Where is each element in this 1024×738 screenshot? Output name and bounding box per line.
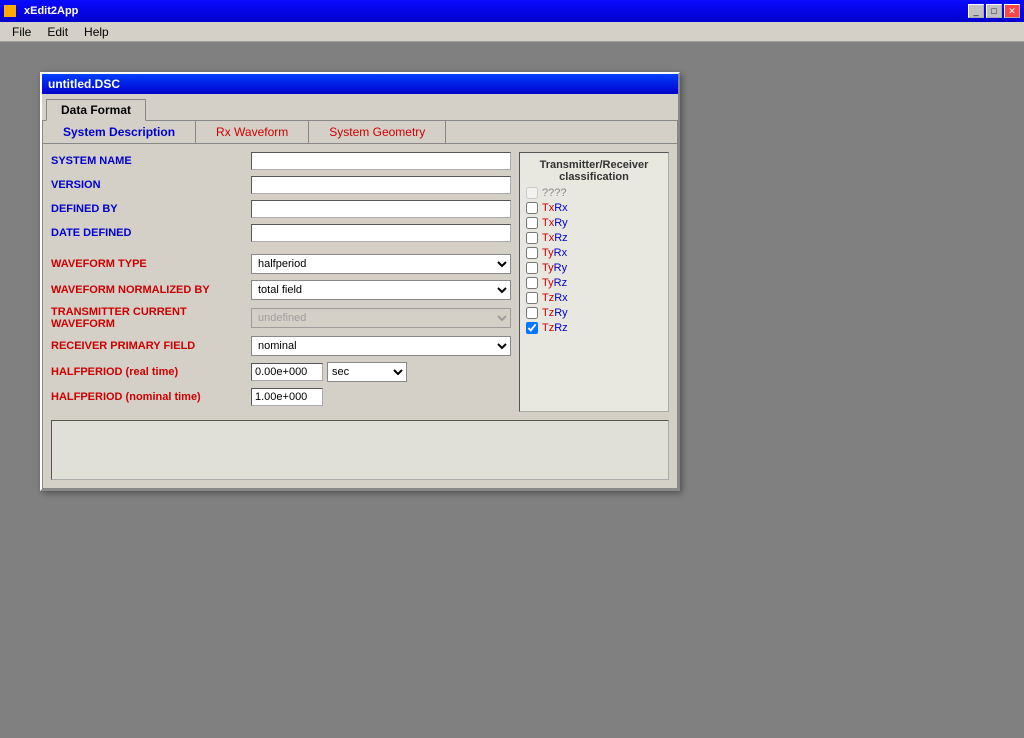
tr-label-tyrx: TyRx <box>542 247 567 259</box>
tr-checkbox-tyry[interactable] <box>526 262 538 274</box>
tr-label-tyry: TyRy <box>542 262 567 274</box>
tr-label-tyrz: TyRz <box>542 277 567 289</box>
tr-label-tzrx: TzRx <box>542 292 568 304</box>
form-area: SYSTEM NAME VERSION DEFINED BY <box>43 144 677 420</box>
app-title: xEdit2App <box>24 5 78 17</box>
date-defined-input[interactable] <box>251 224 511 242</box>
tr-label-qmarks: ???? <box>542 187 566 199</box>
tab-data-format[interactable]: Data Format <box>46 99 146 121</box>
subtab-system-description[interactable]: System Description <box>43 121 196 143</box>
tr-label-txry: TxRy <box>542 217 568 229</box>
tab-row: Data Format <box>42 98 678 120</box>
version-row: VERSION <box>51 176 511 194</box>
tr-title: Transmitter/Receiver classification <box>526 159 662 183</box>
tr-label-txrz: TxRz <box>542 232 568 244</box>
transmitter-current-row: TRANSMITTER CURRENT WAVEFORM undefined <box>51 306 511 330</box>
menu-bar: File Edit Help <box>0 22 1024 42</box>
form-left: SYSTEM NAME VERSION DEFINED BY <box>51 152 511 412</box>
system-name-row: SYSTEM NAME <box>51 152 511 170</box>
tr-checkbox-tyrz[interactable] <box>526 277 538 289</box>
tr-row-tzrz: TzRz <box>526 322 662 334</box>
waveform-type-label: WAVEFORM TYPE <box>51 258 251 270</box>
receiver-primary-label: RECEIVER PRIMARY FIELD <box>51 340 251 352</box>
date-defined-row: DATE DEFINED <box>51 224 511 242</box>
tr-checkbox-txrx[interactable] <box>526 202 538 214</box>
title-bar-title: xEdit2App <box>4 5 78 17</box>
tr-checkbox-tzry[interactable] <box>526 307 538 319</box>
tr-label-txrx: TxRx <box>542 202 568 214</box>
bottom-text-area[interactable] <box>51 420 669 480</box>
subtab-system-geometry[interactable]: System Geometry <box>309 121 446 143</box>
halfperiod-nominal-input[interactable] <box>251 388 323 406</box>
tr-row-txrz: TxRz <box>526 232 662 244</box>
transmitter-current-select[interactable]: undefined <box>251 308 511 328</box>
tr-label-tzrz: TzRz <box>542 322 568 334</box>
receiver-primary-select[interactable]: nominal measured undefined <box>251 336 511 356</box>
defined-by-label: DEFINED BY <box>51 203 251 215</box>
version-input[interactable] <box>251 176 511 194</box>
minimize-button[interactable]: _ <box>968 4 984 18</box>
content-area: System Description Rx Waveform System Ge… <box>42 120 678 489</box>
waveform-normalized-row: WAVEFORM NORMALIZED BY total field prima… <box>51 280 511 300</box>
tr-checkbox-txry[interactable] <box>526 217 538 229</box>
tr-row-qmarks: ???? <box>526 187 662 199</box>
halfperiod-realtime-label: HALFPERIOD (real time) <box>51 366 251 378</box>
waveform-normalized-label: WAVEFORM NORMALIZED BY <box>51 284 251 296</box>
close-button[interactable]: ✕ <box>1004 4 1020 18</box>
waveform-type-select[interactable]: halfperiod fullperiod custom <box>251 254 511 274</box>
defined-by-row: DEFINED BY <box>51 200 511 218</box>
tr-checkbox-tyrx[interactable] <box>526 247 538 259</box>
tr-label-tzry: TzRy <box>542 307 568 319</box>
transmitter-current-label: TRANSMITTER CURRENT WAVEFORM <box>51 306 251 330</box>
receiver-primary-row: RECEIVER PRIMARY FIELD nominal measured … <box>51 336 511 356</box>
tr-row-tzry: TzRy <box>526 307 662 319</box>
tr-checkbox-qmarks[interactable] <box>526 187 538 199</box>
halfperiod-realtime-input[interactable] <box>251 363 323 381</box>
menu-help[interactable]: Help <box>76 23 117 41</box>
menu-edit[interactable]: Edit <box>39 23 76 41</box>
version-label: VERSION <box>51 179 251 191</box>
dialog-title-text: untitled.DSC <box>48 77 120 91</box>
app-window: xEdit2App _ □ ✕ File Edit Help untitled.… <box>0 0 1024 738</box>
tr-row-tyrx: TyRx <box>526 247 662 259</box>
maximize-button[interactable]: □ <box>986 4 1002 18</box>
dialog: untitled.DSC Data Format System Descript… <box>40 72 680 491</box>
system-name-input[interactable] <box>251 152 511 170</box>
tr-row-tzrx: TzRx <box>526 292 662 304</box>
title-bar: xEdit2App _ □ ✕ <box>0 0 1024 22</box>
menu-file[interactable]: File <box>4 23 39 41</box>
app-icon <box>4 5 16 17</box>
halfperiod-nominal-row: HALFPERIOD (nominal time) <box>51 388 511 406</box>
defined-by-input[interactable] <box>251 200 511 218</box>
waveform-normalized-select[interactable]: total field primary field none <box>251 280 511 300</box>
tr-classification-panel: Transmitter/Receiver classification ????… <box>519 152 669 412</box>
date-defined-label: DATE DEFINED <box>51 227 251 239</box>
halfperiod-unit-select[interactable]: sec ms us <box>327 362 407 382</box>
tr-row-tyrz: TyRz <box>526 277 662 289</box>
system-name-label: SYSTEM NAME <box>51 155 251 167</box>
tr-checkbox-tzrx[interactable] <box>526 292 538 304</box>
halfperiod-realtime-row: HALFPERIOD (real time) sec ms us <box>51 362 511 382</box>
title-bar-controls: _ □ ✕ <box>968 4 1020 18</box>
tr-row-txrx: TxRx <box>526 202 662 214</box>
subtab-row: System Description Rx Waveform System Ge… <box>43 121 677 144</box>
tr-checkbox-tzrz[interactable] <box>526 322 538 334</box>
tr-row-txry: TxRy <box>526 217 662 229</box>
subtab-rx-waveform[interactable]: Rx Waveform <box>196 121 309 143</box>
workspace: untitled.DSC Data Format System Descript… <box>0 42 1024 738</box>
waveform-type-row: WAVEFORM TYPE halfperiod fullperiod cust… <box>51 254 511 274</box>
halfperiod-nominal-label: HALFPERIOD (nominal time) <box>51 391 251 403</box>
dialog-title: untitled.DSC <box>42 74 678 94</box>
tr-checkbox-txrz[interactable] <box>526 232 538 244</box>
tr-row-tyry: TyRy <box>526 262 662 274</box>
